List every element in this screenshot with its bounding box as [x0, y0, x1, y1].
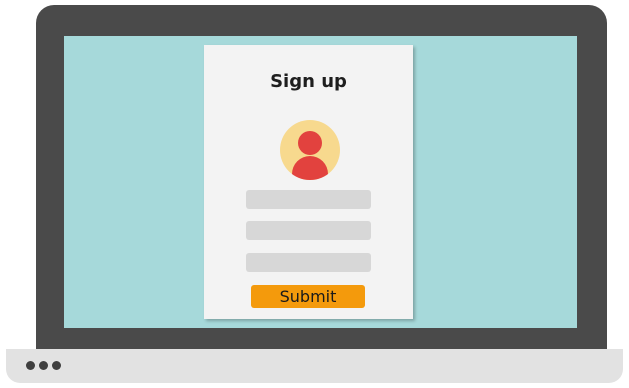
user-avatar-icon [280, 120, 340, 180]
signup-title: Sign up [270, 71, 347, 92]
dot [26, 361, 35, 370]
dot [52, 361, 61, 370]
three-dots-icon [26, 361, 61, 370]
avatar-body [292, 156, 328, 180]
dot [39, 361, 48, 370]
submit-button[interactable]: Submit [251, 285, 365, 308]
signup-input-1[interactable] [246, 190, 371, 209]
signup-input-2[interactable] [246, 221, 371, 240]
signup-input-3[interactable] [246, 253, 371, 272]
signup-card: Sign up Submit [204, 45, 413, 319]
avatar-head [298, 131, 322, 155]
laptop-base [6, 349, 623, 383]
